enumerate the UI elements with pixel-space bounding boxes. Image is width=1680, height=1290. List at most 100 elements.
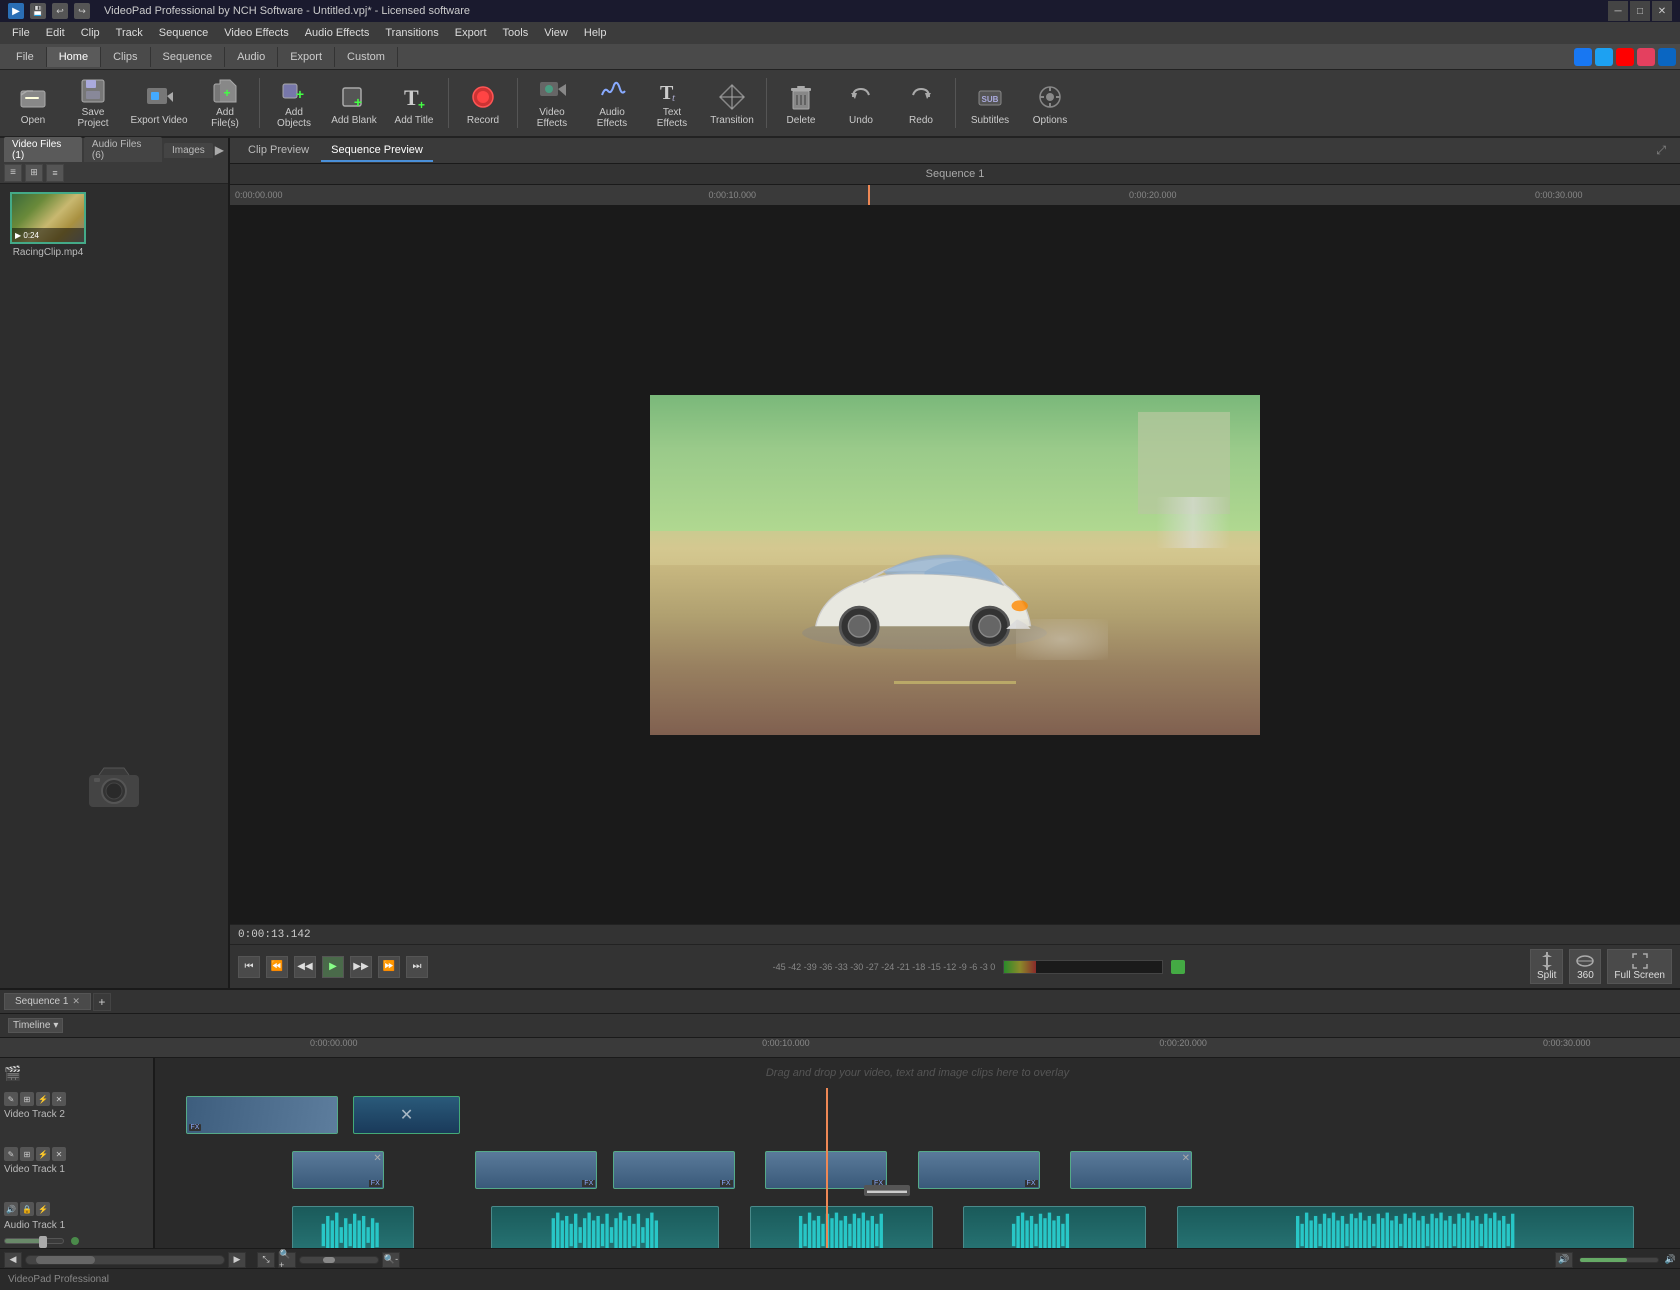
tab-sequence[interactable]: Sequence [151,47,226,67]
fast-forward-button[interactable]: ▶▶ [350,956,372,978]
menu-audio-effects[interactable]: Audio Effects [297,25,378,41]
sequence-preview-tab[interactable]: Sequence Preview [321,140,433,162]
vt1-icon-2[interactable]: ⊞ [20,1147,34,1161]
go-end-button[interactable]: ⏭ [406,956,428,978]
seq-tab-add[interactable]: + [93,993,111,1011]
file-tabs-more[interactable]: ▶ [215,143,224,157]
tab-home[interactable]: Home [47,47,101,67]
minimize-button[interactable]: ─ [1608,1,1628,21]
tab-file[interactable]: File [4,47,47,67]
vt2-clip-2[interactable]: ✕ [353,1096,460,1134]
file-toolbar-btn-2[interactable]: ⊞ [25,164,43,182]
file-item-racingclip[interactable]: ▶ 0:24 RacingClip.mp4 [8,192,88,258]
timeline-scroll-track[interactable] [25,1255,225,1265]
tab-audio[interactable]: Audio [225,47,278,67]
toolbar-quick-redo[interactable]: ↪ [74,3,90,19]
transition-button[interactable]: Transition [703,73,761,133]
menu-transitions[interactable]: Transitions [377,25,446,41]
timeline-selector[interactable]: Timeline ▾ [8,1018,63,1033]
vt2-icon-4[interactable]: ✕ [52,1092,66,1106]
delete-button[interactable]: Delete [772,73,830,133]
text-effects-button[interactable]: Tt Text Effects [643,73,701,133]
menu-sequence[interactable]: Sequence [151,25,217,41]
maximize-button[interactable]: □ [1630,1,1650,21]
close-button[interactable]: ✕ [1652,1,1672,21]
menu-file[interactable]: File [4,25,38,41]
clip-preview-tab[interactable]: Clip Preview [238,140,319,162]
redo-button[interactable]: Redo [892,73,950,133]
at1-icon-fx[interactable]: ⚡ [36,1202,50,1216]
timeline-zoom-in[interactable]: 🔍+ [278,1252,296,1268]
menu-clip[interactable]: Clip [73,25,108,41]
menu-video-effects[interactable]: Video Effects [216,25,296,41]
timeline-scroll-right[interactable]: ▶ [228,1252,246,1268]
menu-edit[interactable]: Edit [38,25,73,41]
volume-slider[interactable] [4,1238,64,1244]
timeline-scroll-thumb[interactable] [36,1256,95,1264]
zoom-slider-handle[interactable] [323,1257,335,1263]
time-ruler[interactable]: 0:00:00.000 0:00:10.000 0:00:20.000 0:00… [0,1038,1680,1058]
tab-custom[interactable]: Custom [335,47,398,67]
add-blank-button[interactable]: + Add Blank [325,73,383,133]
vt1-icon-1[interactable]: ✎ [4,1147,18,1161]
tab-export[interactable]: Export [278,47,335,67]
video-effects-button[interactable]: Video Effects [523,73,581,133]
vr360-button[interactable]: 360 [1569,949,1601,984]
instagram-icon[interactable] [1637,48,1655,66]
audio-clip-1[interactable]: ♫ ⟲ ∞ [292,1206,414,1248]
subtitles-button[interactable]: SUB Subtitles [961,73,1019,133]
audio-clip-5[interactable]: ♫ ∞ [1177,1206,1635,1248]
volume-knob-handle[interactable] [39,1236,47,1248]
vt1-clip-3[interactable]: FX [613,1151,735,1189]
vt1-icon-3[interactable]: ⚡ [36,1147,50,1161]
vt1-clip-2[interactable]: FX [475,1151,597,1189]
vt2-clip-1[interactable]: FX [186,1096,339,1134]
audio-clip-2[interactable] [491,1206,720,1248]
file-toolbar-btn-1[interactable]: ≡ [4,164,22,182]
file-tab-video[interactable]: Video Files (1) [4,137,82,163]
seq-tab-1-close[interactable]: ✕ [72,996,80,1007]
vt2-icon-1[interactable]: ✎ [4,1092,18,1106]
vt1-clip-6[interactable]: ✕ [1070,1151,1192,1189]
seq-tab-1[interactable]: Sequence 1 ✕ [4,993,91,1010]
add-files-button[interactable]: + Add File(s) [196,73,254,133]
vt1-clip-1[interactable]: FX ✕ [292,1151,384,1189]
file-tab-images[interactable]: Images [164,143,213,158]
toolbar-quick-save[interactable]: 💾 [30,3,46,19]
toolbar-quick-undo[interactable]: ↩ [52,3,68,19]
timeline-volume-btn[interactable]: 🔊 [1555,1252,1573,1268]
audio-effects-button[interactable]: Audio Effects [583,73,641,133]
menu-tools[interactable]: Tools [495,25,537,41]
open-button[interactable]: Open [4,73,62,133]
at1-icon-lock[interactable]: 🔒 [20,1202,34,1216]
preview-ruler[interactable]: 0:00:00.000 0:00:10.000 0:00:20.000 0:00… [230,185,1680,205]
save-project-button[interactable]: Save Project [64,73,122,133]
export-video-button[interactable]: Export Video [124,73,194,133]
undo-button[interactable]: Undo [832,73,890,133]
add-objects-button[interactable]: + Add Objects [265,73,323,133]
play-button[interactable]: ▶ [322,956,344,978]
record-button[interactable]: Record [454,73,512,133]
preview-expand-btn[interactable]: ⤢ [1650,143,1672,158]
add-title-button[interactable]: T+ Add Title [385,73,443,133]
master-volume-track[interactable] [1579,1257,1659,1263]
vt1-icon-4[interactable]: ✕ [52,1147,66,1161]
menu-track[interactable]: Track [108,25,151,41]
timeline-scroll-left[interactable]: ◀ [4,1252,22,1268]
vt1-clip-1-close[interactable]: ✕ [373,1153,381,1164]
fullscreen-button[interactable]: Full Screen [1607,949,1672,984]
next-frame-button[interactable]: ⏩ [378,956,400,978]
split-button[interactable]: Split [1530,949,1563,984]
timeline-zoom-fit[interactable]: ⤡ [257,1252,275,1268]
facebook-icon[interactable] [1574,48,1592,66]
menu-view[interactable]: View [536,25,576,41]
file-tab-audio[interactable]: Audio Files (6) [84,137,162,163]
tab-clips[interactable]: Clips [101,47,150,67]
video-track-1-content[interactable]: FX ✕ FX FX FX FX ✕ [155,1143,1680,1198]
vt2-icon-3[interactable]: ⚡ [36,1092,50,1106]
rewind-button[interactable]: ◀◀ [294,956,316,978]
audio-track-1-content[interactable]: ♫ ⟲ ∞ [155,1198,1680,1248]
menu-export[interactable]: Export [447,25,495,41]
vt1-clip-6-close[interactable]: ✕ [1182,1153,1190,1164]
timeline-zoom-out[interactable]: 🔍- [382,1252,400,1268]
